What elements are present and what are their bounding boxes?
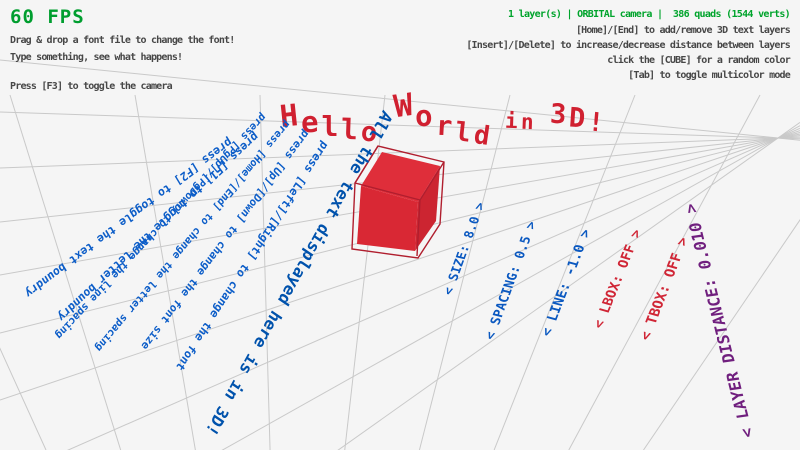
demo-viewport[interactable]: Hello World in 3D! All the text displaye… bbox=[0, 0, 800, 450]
fps-counter: 60 FPS bbox=[10, 6, 85, 28]
instruction-toggle-camera: Press [F3] to toggle the camera bbox=[10, 81, 172, 92]
instruction-multicolor-mode: [Tab] to toggle multicolor mode bbox=[628, 70, 790, 81]
wave-headline-text: Hello World in 3D! bbox=[280, 88, 607, 124]
instruction-type-something: Type something, see what happens! bbox=[10, 52, 182, 63]
instruction-add-remove-layers: [Home]/[End] to add/remove 3D text layer… bbox=[576, 25, 790, 36]
instruction-drag-drop-font: Drag & drop a font file to change the fo… bbox=[10, 35, 234, 46]
status-bar: 1 layer(s) | ORBITAL camera | 386 quads … bbox=[508, 9, 790, 20]
instruction-cube-random-color: click the [CUBE] for a random color bbox=[607, 55, 790, 66]
instruction-layer-distance: [Insert]/[Delete] to increase/decrease d… bbox=[466, 40, 790, 51]
